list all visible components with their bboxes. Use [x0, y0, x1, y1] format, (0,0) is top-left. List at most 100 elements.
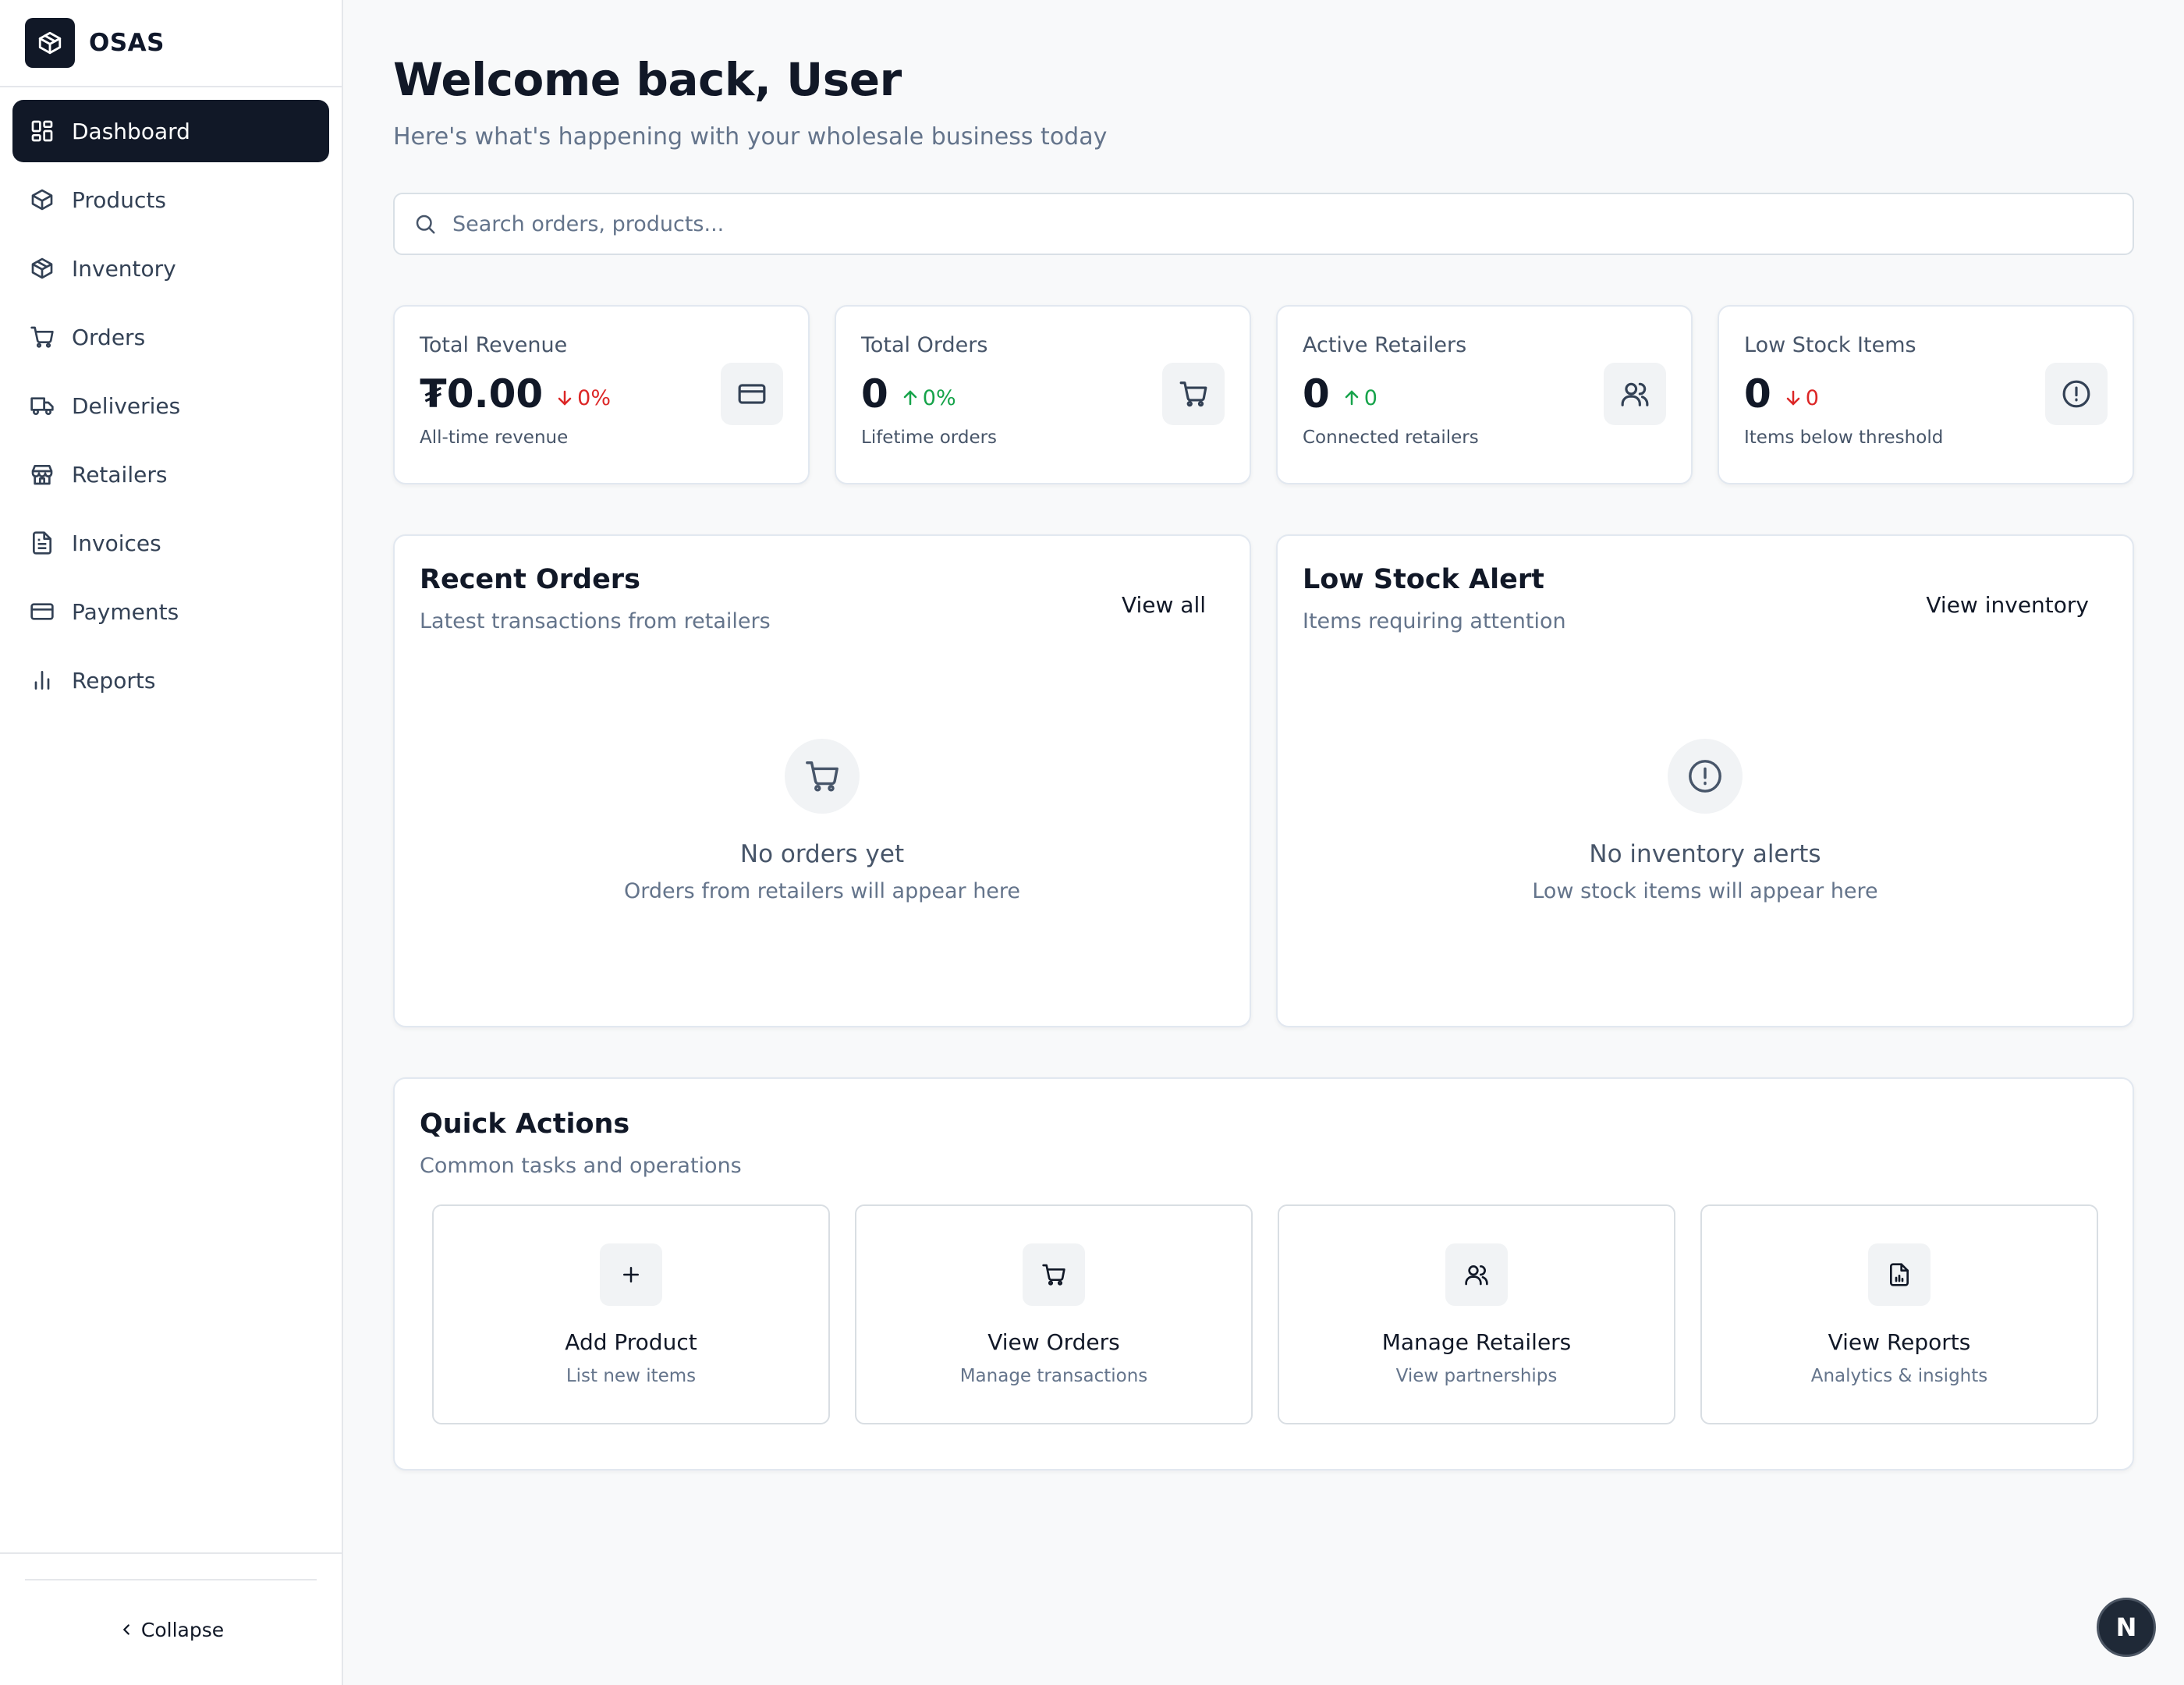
stat-delta: 0	[1342, 386, 1377, 410]
alert-circle-icon	[1689, 760, 1721, 793]
quick-action-subtitle: View partnerships	[1395, 1366, 1558, 1386]
stat-delta: 0	[1784, 386, 1819, 410]
sidebar: OSAS Dashboard Products Inventory Orders	[0, 0, 343, 1685]
view-inventory-link[interactable]: View inventory	[1926, 592, 2089, 618]
arrow-down-icon	[1786, 390, 1800, 406]
panel-subtitle: Latest transactions from retailers	[420, 609, 771, 633]
view-orders-button[interactable]: View Orders Manage transactions	[855, 1204, 1253, 1424]
add-product-button[interactable]: Add Product List new items	[432, 1204, 830, 1424]
sidebar-item-retailers[interactable]: Retailers	[12, 443, 329, 506]
sidebar-footer: Collapse	[0, 1552, 342, 1685]
manage-retailers-button[interactable]: Manage Retailers View partnerships	[1278, 1204, 1675, 1424]
view-reports-button[interactable]: View Reports Analytics & insights	[1700, 1204, 2098, 1424]
bar-chart-icon	[34, 671, 50, 690]
users-icon	[1445, 1243, 1508, 1306]
quick-action-title: View Orders	[987, 1329, 1120, 1355]
sidebar-nav: Dashboard Products Inventory Orders Deli…	[0, 87, 342, 730]
stat-label: Low Stock Items	[1744, 333, 1916, 357]
cart-icon	[1179, 381, 1207, 407]
recent-orders-card: Recent Orders Latest transactions from r…	[393, 534, 1251, 1027]
sidebar-item-reports[interactable]: Reports	[12, 649, 329, 711]
stat-card-total-orders: Total Orders 0 0% Lifetime orders	[835, 305, 1251, 484]
stat-icon-box	[1604, 363, 1666, 425]
cart-icon	[1023, 1243, 1085, 1306]
collapse-button[interactable]: Collapse	[0, 1610, 342, 1649]
quick-action-title: Add Product	[565, 1329, 697, 1355]
sidebar-item-inventory[interactable]: Inventory	[12, 237, 329, 300]
sidebar-item-label: Dashboard	[72, 118, 190, 144]
quick-action-subtitle: Analytics & insights	[1810, 1366, 1988, 1386]
truck-icon	[30, 397, 54, 415]
alert-circle-icon	[2062, 380, 2090, 408]
stat-delta-value: 0%	[922, 385, 956, 410]
page-title: Welcome back, User	[393, 53, 902, 106]
users-icon	[1621, 382, 1649, 406]
stat-caption: Items below threshold	[1744, 427, 1944, 448]
stat-icon-box	[1162, 363, 1225, 425]
sidebar-item-label: Retailers	[72, 461, 168, 488]
stat-value: 0	[1303, 371, 1330, 417]
arrow-down-icon	[558, 390, 572, 406]
quick-actions-card: Quick Actions Common tasks and operation…	[393, 1077, 2134, 1470]
stat-card-total-revenue: Total Revenue ₮0.00 0% All-time revenue	[393, 305, 810, 484]
stat-card-low-stock: Low Stock Items 0 0 Items below threshol…	[1718, 305, 2134, 484]
panel-subtitle: Common tasks and operations	[420, 1154, 742, 1178]
stat-icon-box	[721, 363, 783, 425]
box-icon	[31, 257, 53, 279]
empty-state: No orders yet Orders from retailers will…	[395, 739, 1250, 903]
low-stock-alert-card: Low Stock Alert Items requiring attentio…	[1276, 534, 2134, 1027]
empty-title: No inventory alerts	[1589, 840, 1821, 868]
stat-delta: 0%	[555, 386, 611, 410]
empty-state: No inventory alerts Low stock items will…	[1278, 739, 2133, 903]
panel-title: Low Stock Alert	[1303, 564, 1544, 595]
sidebar-item-orders[interactable]: Orders	[12, 306, 329, 368]
plus-icon	[600, 1243, 662, 1306]
cart-icon	[806, 761, 838, 792]
view-all-link[interactable]: View all	[1122, 592, 1206, 618]
stat-icon-box	[2045, 363, 2108, 425]
stat-label: Total Orders	[861, 333, 988, 357]
search-input[interactable]	[452, 211, 2133, 236]
sidebar-item-label: Inventory	[72, 255, 176, 282]
stat-label: Active Retailers	[1303, 333, 1467, 357]
dashboard-icon	[31, 120, 53, 142]
stat-value: 0	[861, 371, 888, 417]
quick-action-title: View Reports	[1828, 1329, 1971, 1355]
sidebar-item-deliveries[interactable]: Deliveries	[12, 374, 329, 437]
report-file-icon	[1868, 1243, 1930, 1306]
search-bar[interactable]	[393, 193, 2134, 255]
empty-subtitle: Orders from retailers will appear here	[623, 879, 1021, 903]
stat-delta-value: 0	[1363, 385, 1377, 410]
sidebar-item-label: Products	[72, 186, 166, 213]
arrow-up-icon	[1345, 390, 1359, 406]
empty-icon-circle	[1668, 739, 1743, 814]
file-icon	[33, 531, 51, 555]
credit-card-icon	[738, 384, 766, 404]
sidebar-item-invoices[interactable]: Invoices	[12, 512, 329, 574]
empty-title: No orders yet	[739, 840, 905, 868]
panels-row: Recent Orders Latest transactions from r…	[393, 534, 2134, 1027]
stats-row: Total Revenue ₮0.00 0% All-time revenue …	[393, 305, 2134, 484]
sidebar-item-label: Invoices	[72, 530, 161, 556]
brand[interactable]: OSAS	[0, 0, 342, 87]
sidebar-item-products[interactable]: Products	[12, 168, 329, 231]
panel-title: Recent Orders	[420, 564, 640, 595]
quick-action-subtitle: List new items	[566, 1366, 697, 1386]
collapse-label: Collapse	[140, 1618, 225, 1641]
package-icon	[31, 189, 53, 211]
stat-value: ₮0.00	[420, 371, 544, 417]
stat-caption: Lifetime orders	[861, 427, 998, 448]
main-content: Welcome back, User Here's what's happeni…	[343, 0, 2184, 1685]
quick-action-subtitle: Manage transactions	[959, 1366, 1148, 1386]
sidebar-item-label: Reports	[72, 667, 156, 694]
credit-card-icon	[30, 603, 54, 620]
sidebar-item-dashboard[interactable]: Dashboard	[12, 100, 329, 162]
sidebar-item-label: Payments	[72, 598, 179, 625]
stat-label: Total Revenue	[420, 333, 568, 357]
sidebar-item-payments[interactable]: Payments	[12, 580, 329, 643]
next-dev-indicator-button[interactable]: N	[2097, 1598, 2156, 1657]
sidebar-item-label: Deliveries	[72, 392, 181, 419]
brand-name: OSAS	[89, 29, 165, 57]
cart-icon	[30, 326, 54, 348]
page-subtitle: Here's what's happening with your wholes…	[393, 123, 1108, 151]
